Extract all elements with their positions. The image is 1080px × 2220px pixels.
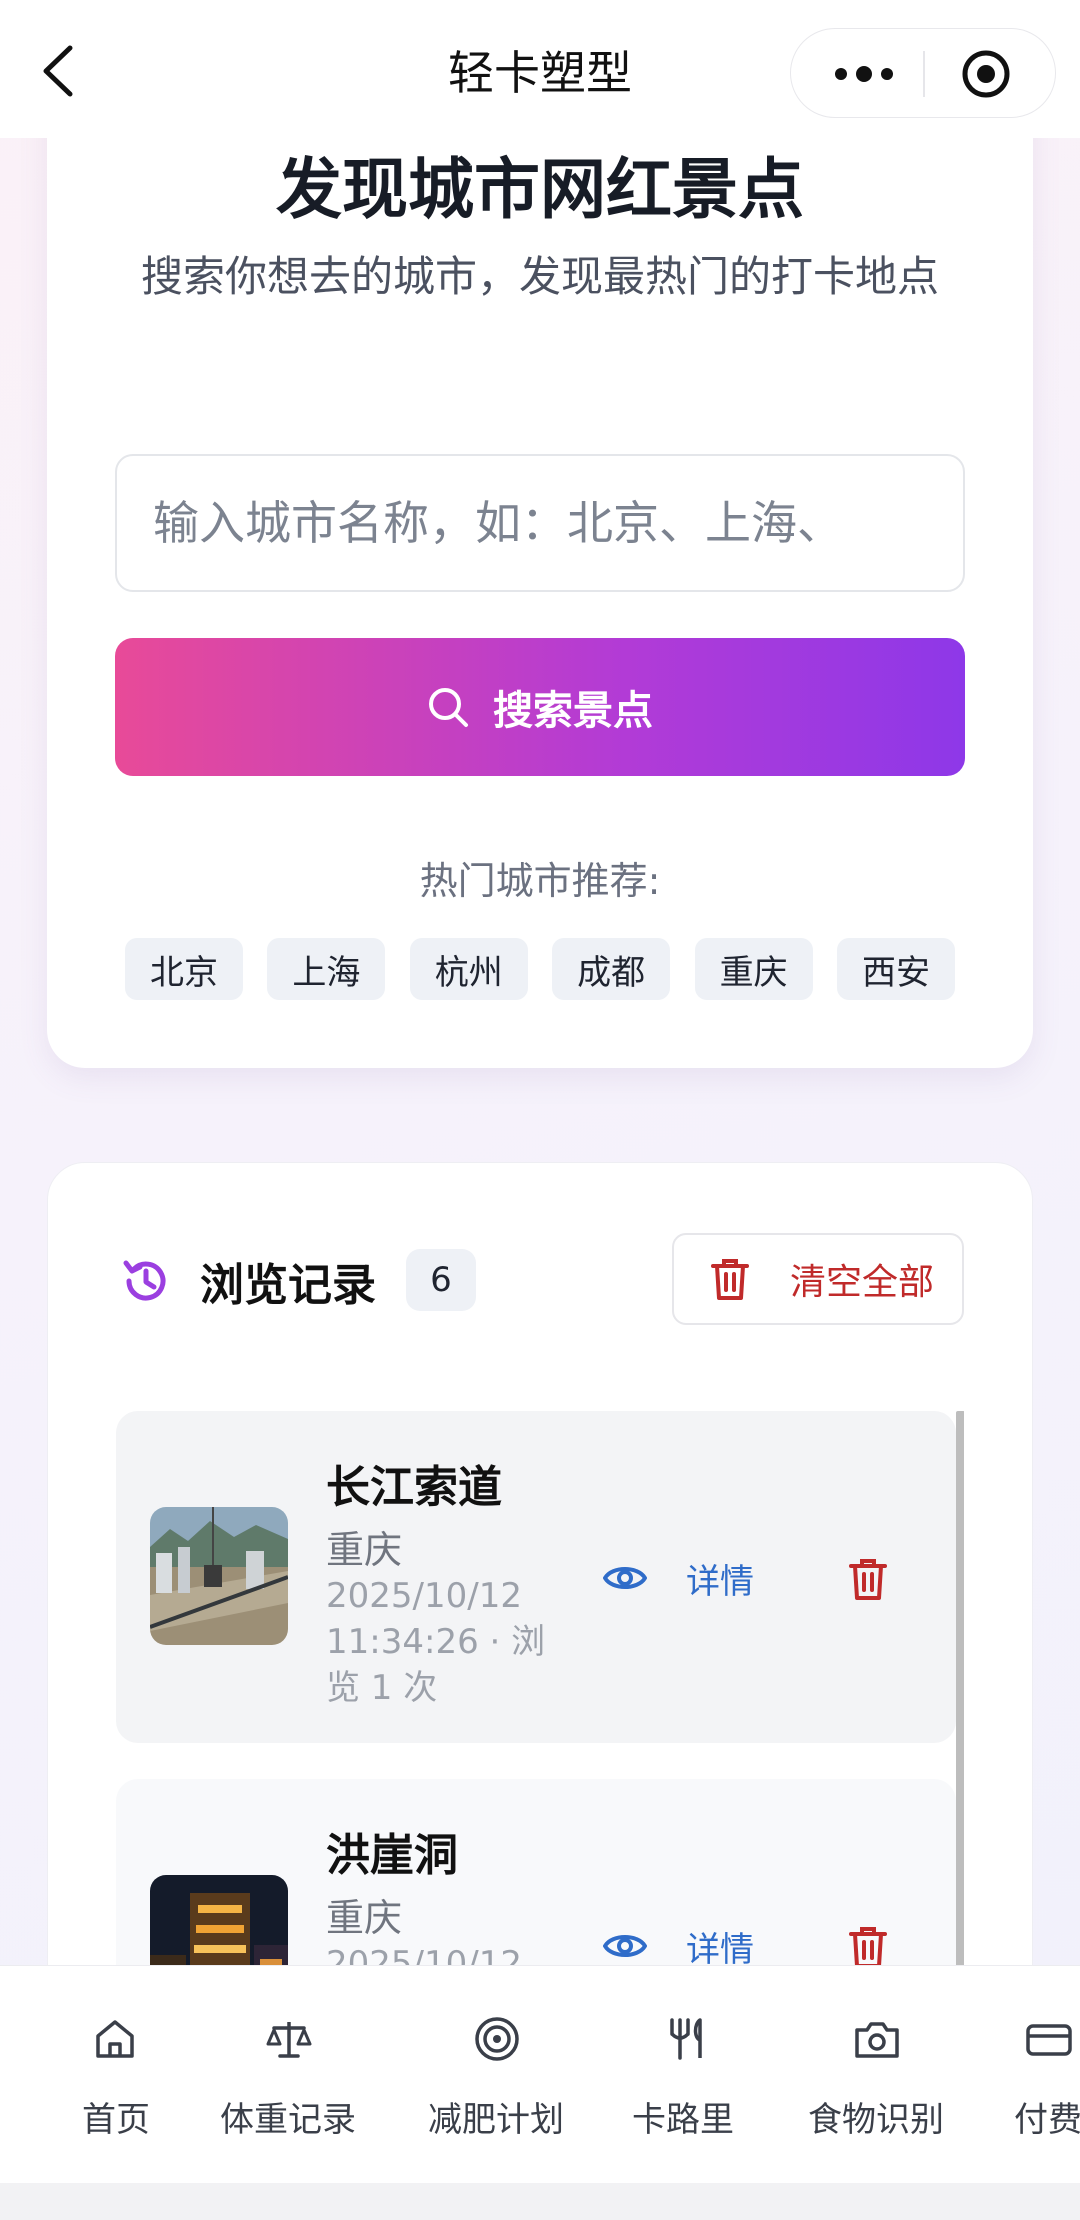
city-chip-chengdu[interactable]: 成都 xyxy=(552,938,671,1000)
bottom-tab-bar: 首页 体重记录 减肥计划 卡路里 食物识别 付费 xyxy=(0,1965,1080,2183)
search-subtitle: 搜索你想去的城市，发现最热门的打卡地点 xyxy=(140,252,939,301)
clear-all-label: 清空全部 xyxy=(790,1262,935,1303)
city-chip-beijing[interactable]: 北京 xyxy=(125,938,243,1000)
tab-food-recognition[interactable]: 食物识别 xyxy=(800,1966,948,2183)
tab-calories[interactable]: 卡路里 xyxy=(628,1966,742,2183)
spot-city: 重庆 xyxy=(326,1528,403,1572)
system-bottom-strip xyxy=(0,2183,1080,2220)
hot-cities-label: 热门城市推荐: xyxy=(419,859,661,903)
search-title: 发现城市网红景点 xyxy=(276,151,804,228)
spot-thumbnail xyxy=(150,1507,288,1645)
city-chip-xian[interactable]: 西安 xyxy=(836,938,955,1000)
eye-icon xyxy=(603,1935,647,1957)
tab-label: 卡路里 xyxy=(632,2100,734,2140)
city-chip-chongqing[interactable]: 重庆 xyxy=(694,938,813,1000)
hot-cities-list: 北京 上海 杭州 成都 重庆 西安 xyxy=(125,938,955,1002)
search-spots-button[interactable]: 搜索景点 xyxy=(115,638,965,776)
home-icon xyxy=(96,2020,134,2058)
tab-label: 食物识别 xyxy=(808,2100,944,2140)
history-count-badge: 6 xyxy=(406,1249,476,1311)
search-icon xyxy=(429,688,468,727)
detail-label: 详情 xyxy=(686,1929,754,1970)
city-search-input[interactable] xyxy=(115,454,965,592)
city-chip-shanghai[interactable]: 上海 xyxy=(267,938,386,1000)
more-dots-icon[interactable] xyxy=(833,59,895,89)
camera-icon xyxy=(855,2022,899,2058)
delete-trash-icon[interactable] xyxy=(848,1557,888,1601)
scale-icon xyxy=(266,2022,312,2058)
detail-button[interactable]: 详情 xyxy=(602,1547,772,1609)
tab-paid[interactable]: 付费 xyxy=(1012,1966,1080,2183)
trash-icon xyxy=(711,1259,749,1300)
mini-program-capsule xyxy=(790,28,1056,118)
fork-knife-icon xyxy=(670,2018,702,2060)
tab-label: 首页 xyxy=(82,2100,150,2140)
history-title: 浏览记录 xyxy=(200,1260,376,1311)
tab-weight-record[interactable]: 体重记录 xyxy=(214,1966,362,2183)
history-item[interactable]: 长江索道 重庆 2025/10/12 11:34:26 · 浏览 1 次 详情 xyxy=(116,1411,956,1743)
detail-label: 详情 xyxy=(686,1561,754,1602)
tab-label: 体重记录 xyxy=(220,2100,356,2140)
city-chip-hangzhou[interactable]: 杭州 xyxy=(409,938,528,1000)
spot-name: 洪崖洞 xyxy=(326,1830,458,1881)
eye-icon xyxy=(603,1567,647,1589)
close-target-icon[interactable] xyxy=(961,49,1011,99)
history-clock-icon xyxy=(123,1260,166,1301)
card-icon xyxy=(1026,2024,1072,2056)
search-button-label: 搜索景点 xyxy=(493,689,653,733)
spot-name: 长江索道 xyxy=(326,1462,502,1513)
history-header: 浏览记录 6 清空全部 xyxy=(48,1233,1034,1327)
tab-label: 付费 xyxy=(1014,2100,1080,2140)
spot-city: 重庆 xyxy=(326,1896,403,1940)
delete-trash-icon[interactable] xyxy=(848,1925,888,1969)
tab-home[interactable]: 首页 xyxy=(58,1966,172,2183)
target-icon xyxy=(475,2017,519,2061)
tab-label: 减肥计划 xyxy=(428,2100,564,2140)
spot-visit-meta: 2025/10/12 11:34:26 · 浏览 1 次 xyxy=(326,1576,546,1708)
search-card: 发现城市网红景点 搜索你想去的城市，发现最热门的打卡地点 搜索景点 热门城市推荐… xyxy=(47,96,1033,1068)
capsule-divider xyxy=(923,51,925,97)
tab-diet-plan[interactable]: 减肥计划 xyxy=(422,1966,570,2183)
top-nav-bar: 轻卡塑型 xyxy=(0,0,1080,138)
clear-all-button[interactable]: 清空全部 xyxy=(672,1233,964,1325)
